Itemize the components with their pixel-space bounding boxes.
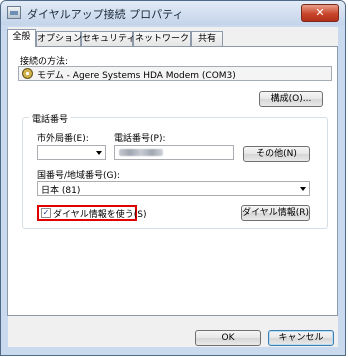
chevron-down-icon — [300, 187, 306, 191]
tab-network[interactable]: ネットワーク — [133, 31, 191, 46]
title-bar: ダイヤルアップ接続 プロパティ ✕ — [1, 1, 345, 25]
configure-button[interactable]: 構成(O)... — [259, 91, 323, 107]
phone-number-group-title: 電話番号 — [29, 112, 72, 125]
country-code-value: 日本 (81) — [41, 186, 81, 196]
area-code-combo[interactable] — [37, 145, 106, 160]
use-dialing-rules-label[interactable]: ダイヤル情報を使う(S) — [53, 207, 146, 220]
ok-button[interactable]: OK — [195, 330, 261, 346]
chevron-down-icon — [96, 151, 102, 155]
window-title: ダイヤルアップ接続 プロパティ — [27, 8, 184, 21]
cancel-button[interactable]: キャンセル — [268, 330, 334, 346]
close-button[interactable]: ✕ — [301, 4, 339, 22]
phone-number-field[interactable] — [114, 145, 234, 160]
tab-sharing[interactable]: 共有 — [191, 31, 223, 46]
country-code-select[interactable]: 日本 (81) — [37, 181, 310, 196]
tab-general[interactable]: 全般 — [7, 29, 36, 47]
tab-options[interactable]: オプション — [36, 31, 82, 46]
use-dialing-rules-checkbox[interactable]: ✓ — [41, 208, 51, 218]
dialing-rules-button[interactable]: ダイヤル情報(R) — [241, 205, 310, 221]
redacted-phone-number — [119, 149, 163, 156]
dialup-connection-icon — [7, 6, 21, 19]
tab-security[interactable]: セキュリティ — [81, 31, 135, 46]
country-code-label: 国番号/地域番号(G): — [37, 171, 121, 181]
other-button[interactable]: その他(N) — [243, 146, 310, 162]
modem-icon — [22, 68, 33, 79]
device-name: モデム - Agere Systems HDA Modem (COM3) — [37, 71, 236, 81]
phone-number-label: 電話番号(P): — [114, 134, 166, 144]
device-list[interactable]: モデム - Agere Systems HDA Modem (COM3) — [18, 66, 332, 81]
area-code-label: 市外局番(E): — [37, 134, 89, 144]
